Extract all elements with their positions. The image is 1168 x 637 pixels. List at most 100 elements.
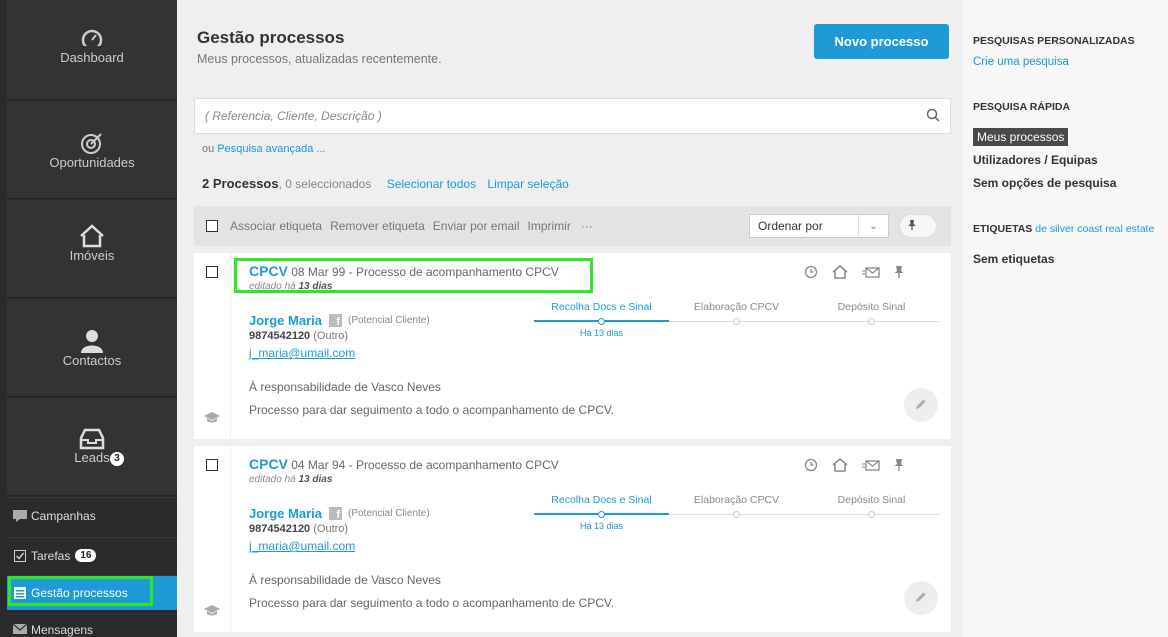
facebook-icon[interactable] [328,314,342,328]
nav-label: Contactos [62,353,122,368]
email-action[interactable]: Enviar por email [433,219,520,233]
advanced-prefix: ou [202,143,215,155]
no-tags: Sem etiquetas [973,252,1055,266]
page-subtitle: Meus processos, atualizadas recentemente… [197,52,442,66]
process-name: 94 - Processo de acompanhamento CPCV [331,458,559,472]
quick-search-heading: PESQUISA RÁPIDA [973,101,1071,113]
quick-item-my-processes[interactable]: Meus processos [973,128,1069,146]
checkbox-icon [13,549,27,562]
edited-prefix: editado há [249,281,296,292]
new-process-button[interactable]: Novo processo [814,24,949,59]
gauge-icon [7,28,177,50]
selection-summary: 2 Processos, 0 seleccionados Selecionar … [202,176,569,191]
phone-type: (Outro) [313,330,349,342]
page-header: Gestão processos Meus processos, atualiz… [197,28,442,66]
edited-info: editado há 13 dias [249,281,332,292]
process-card[interactable]: CPCV 04 Mar 94 - Processo de acompanhame… [194,446,951,632]
nav-contactos[interactable]: Contactos [7,299,177,397]
stage-3[interactable]: Depósito Sinal [804,301,939,313]
nav-leads[interactable]: Leads 3 [7,398,177,496]
search-input[interactable] [205,109,926,123]
envelope-icon[interactable] [862,458,880,475]
nav-campanhas[interactable]: Campanhas [7,497,177,533]
select-all-link[interactable]: Selecionar todos [387,177,476,191]
pin-icon[interactable] [894,458,904,475]
nav-label: Mensagens [31,623,94,637]
nav-mensagens[interactable]: Mensagens [7,614,177,637]
client-email[interactable]: j_maria@umail.com [249,539,355,553]
stage-dot [868,511,875,518]
stage-1[interactable]: Recolha Docs e Sinal [534,494,669,506]
graduation-cap-icon [204,605,220,620]
clear-selection-link[interactable]: Limpar seleção [487,177,568,191]
process-card[interactable]: CPCV 08 Mar 99 - Processo de acompanhame… [194,253,951,439]
nav-dashboard[interactable]: Dashboard [7,0,177,100]
nav-tarefas[interactable]: Tarefas 16 [7,537,177,573]
nav-gestao-processos[interactable]: Gestão processos [7,575,177,610]
responsible-text: À responsabilidade de Vasco Neves [249,380,441,394]
client-name[interactable]: Jorge Maria (Potencial Cliente) [249,313,430,328]
quick-item-no-options[interactable]: Sem opções de pesquisa [973,176,1116,190]
sort-select[interactable]: Ordenar por ⌄ [749,214,889,238]
card-checkbox[interactable] [206,266,218,278]
more-actions[interactable]: ··· [581,219,593,233]
stage-2[interactable]: Elaboração CPCV [669,301,804,313]
create-search-link[interactable]: Crie uma pesquisa [973,56,1069,68]
process-name: 99 - Processo de acompanhamento CPCV [331,265,559,279]
client-phone: 9874542120 (Outro) [249,523,348,535]
print-action[interactable]: Imprimir [527,219,570,233]
bulk-toolbar: Associar etiqueta Remover etiqueta Envia… [194,206,951,246]
process-title[interactable]: CPCV 04 Mar 94 - Processo de acompanhame… [249,456,559,472]
remove-tag-action[interactable]: Remover etiqueta [330,219,425,233]
nav-label: Imóveis [69,248,115,263]
process-stages: Recolha Docs e Sinal Elaboração CPCV Dep… [534,494,939,534]
process-ref[interactable]: CPCV [249,456,288,472]
target-icon [7,131,177,155]
right-panel: PESQUISAS PERSONALIZADAS Crie uma pesqui… [963,0,1168,637]
house-icon[interactable] [832,458,848,475]
client-type: (Potencial Cliente) [347,508,430,519]
facebook-icon[interactable] [328,507,342,521]
process-ref[interactable]: CPCV [249,263,288,279]
pin-icon[interactable] [894,265,904,282]
add-tag-action[interactable]: Associar etiqueta [230,219,322,233]
clock-icon[interactable] [804,458,818,475]
house-icon[interactable] [832,265,848,282]
phone-type: (Outro) [313,523,349,535]
stage-1[interactable]: Recolha Docs e Sinal [534,301,669,313]
process-date: 04 Mar [291,458,329,472]
client-type: (Potencial Cliente) [347,315,430,326]
envelope-icon[interactable] [862,265,880,282]
card-actions [804,458,904,475]
edited-info: editado há 13 dias [249,474,332,485]
search-bar [194,98,951,134]
tags-owner-link[interactable]: de silver coast real estate [1035,223,1154,235]
responsible-text: À responsabilidade de Vasco Neves [249,573,441,587]
nav-oportunidades[interactable]: Oportunidades [7,101,177,199]
client-name[interactable]: Jorge Maria (Potencial Cliente) [249,506,430,521]
search-icon[interactable] [926,108,940,125]
card-checkbox[interactable] [206,459,218,471]
client-email[interactable]: j_maria@umail.com [249,346,355,360]
client-name-text[interactable]: Jorge Maria [249,506,322,521]
card-gutter [194,446,231,632]
process-count: 2 Processos [202,176,279,191]
stage-3[interactable]: Depósito Sinal [804,494,939,506]
client-name-text[interactable]: Jorge Maria [249,313,322,328]
select-all-checkbox[interactable] [206,220,218,232]
stage-dot [598,318,605,325]
advanced-search-row: ou Pesquisa avançada ... [202,143,326,155]
pin-toggle[interactable] [899,214,937,238]
house-icon [7,224,177,248]
advanced-search-link[interactable]: Pesquisa avançada ... [217,143,325,155]
stage-2[interactable]: Elaboração CPCV [669,494,804,506]
quick-item-users-teams[interactable]: Utilizadores / Equipas [973,153,1098,167]
process-description: Processo para dar seguimento a todo o ac… [249,403,615,417]
nav-imoveis[interactable]: Imóveis [7,200,177,298]
edit-button[interactable] [904,388,938,422]
process-title[interactable]: CPCV 08 Mar 99 - Processo de acompanhame… [249,263,559,279]
stage-dot [868,318,875,325]
clock-icon[interactable] [804,265,818,282]
sort-label: Ordenar por [758,219,823,233]
edit-button[interactable] [904,581,938,615]
